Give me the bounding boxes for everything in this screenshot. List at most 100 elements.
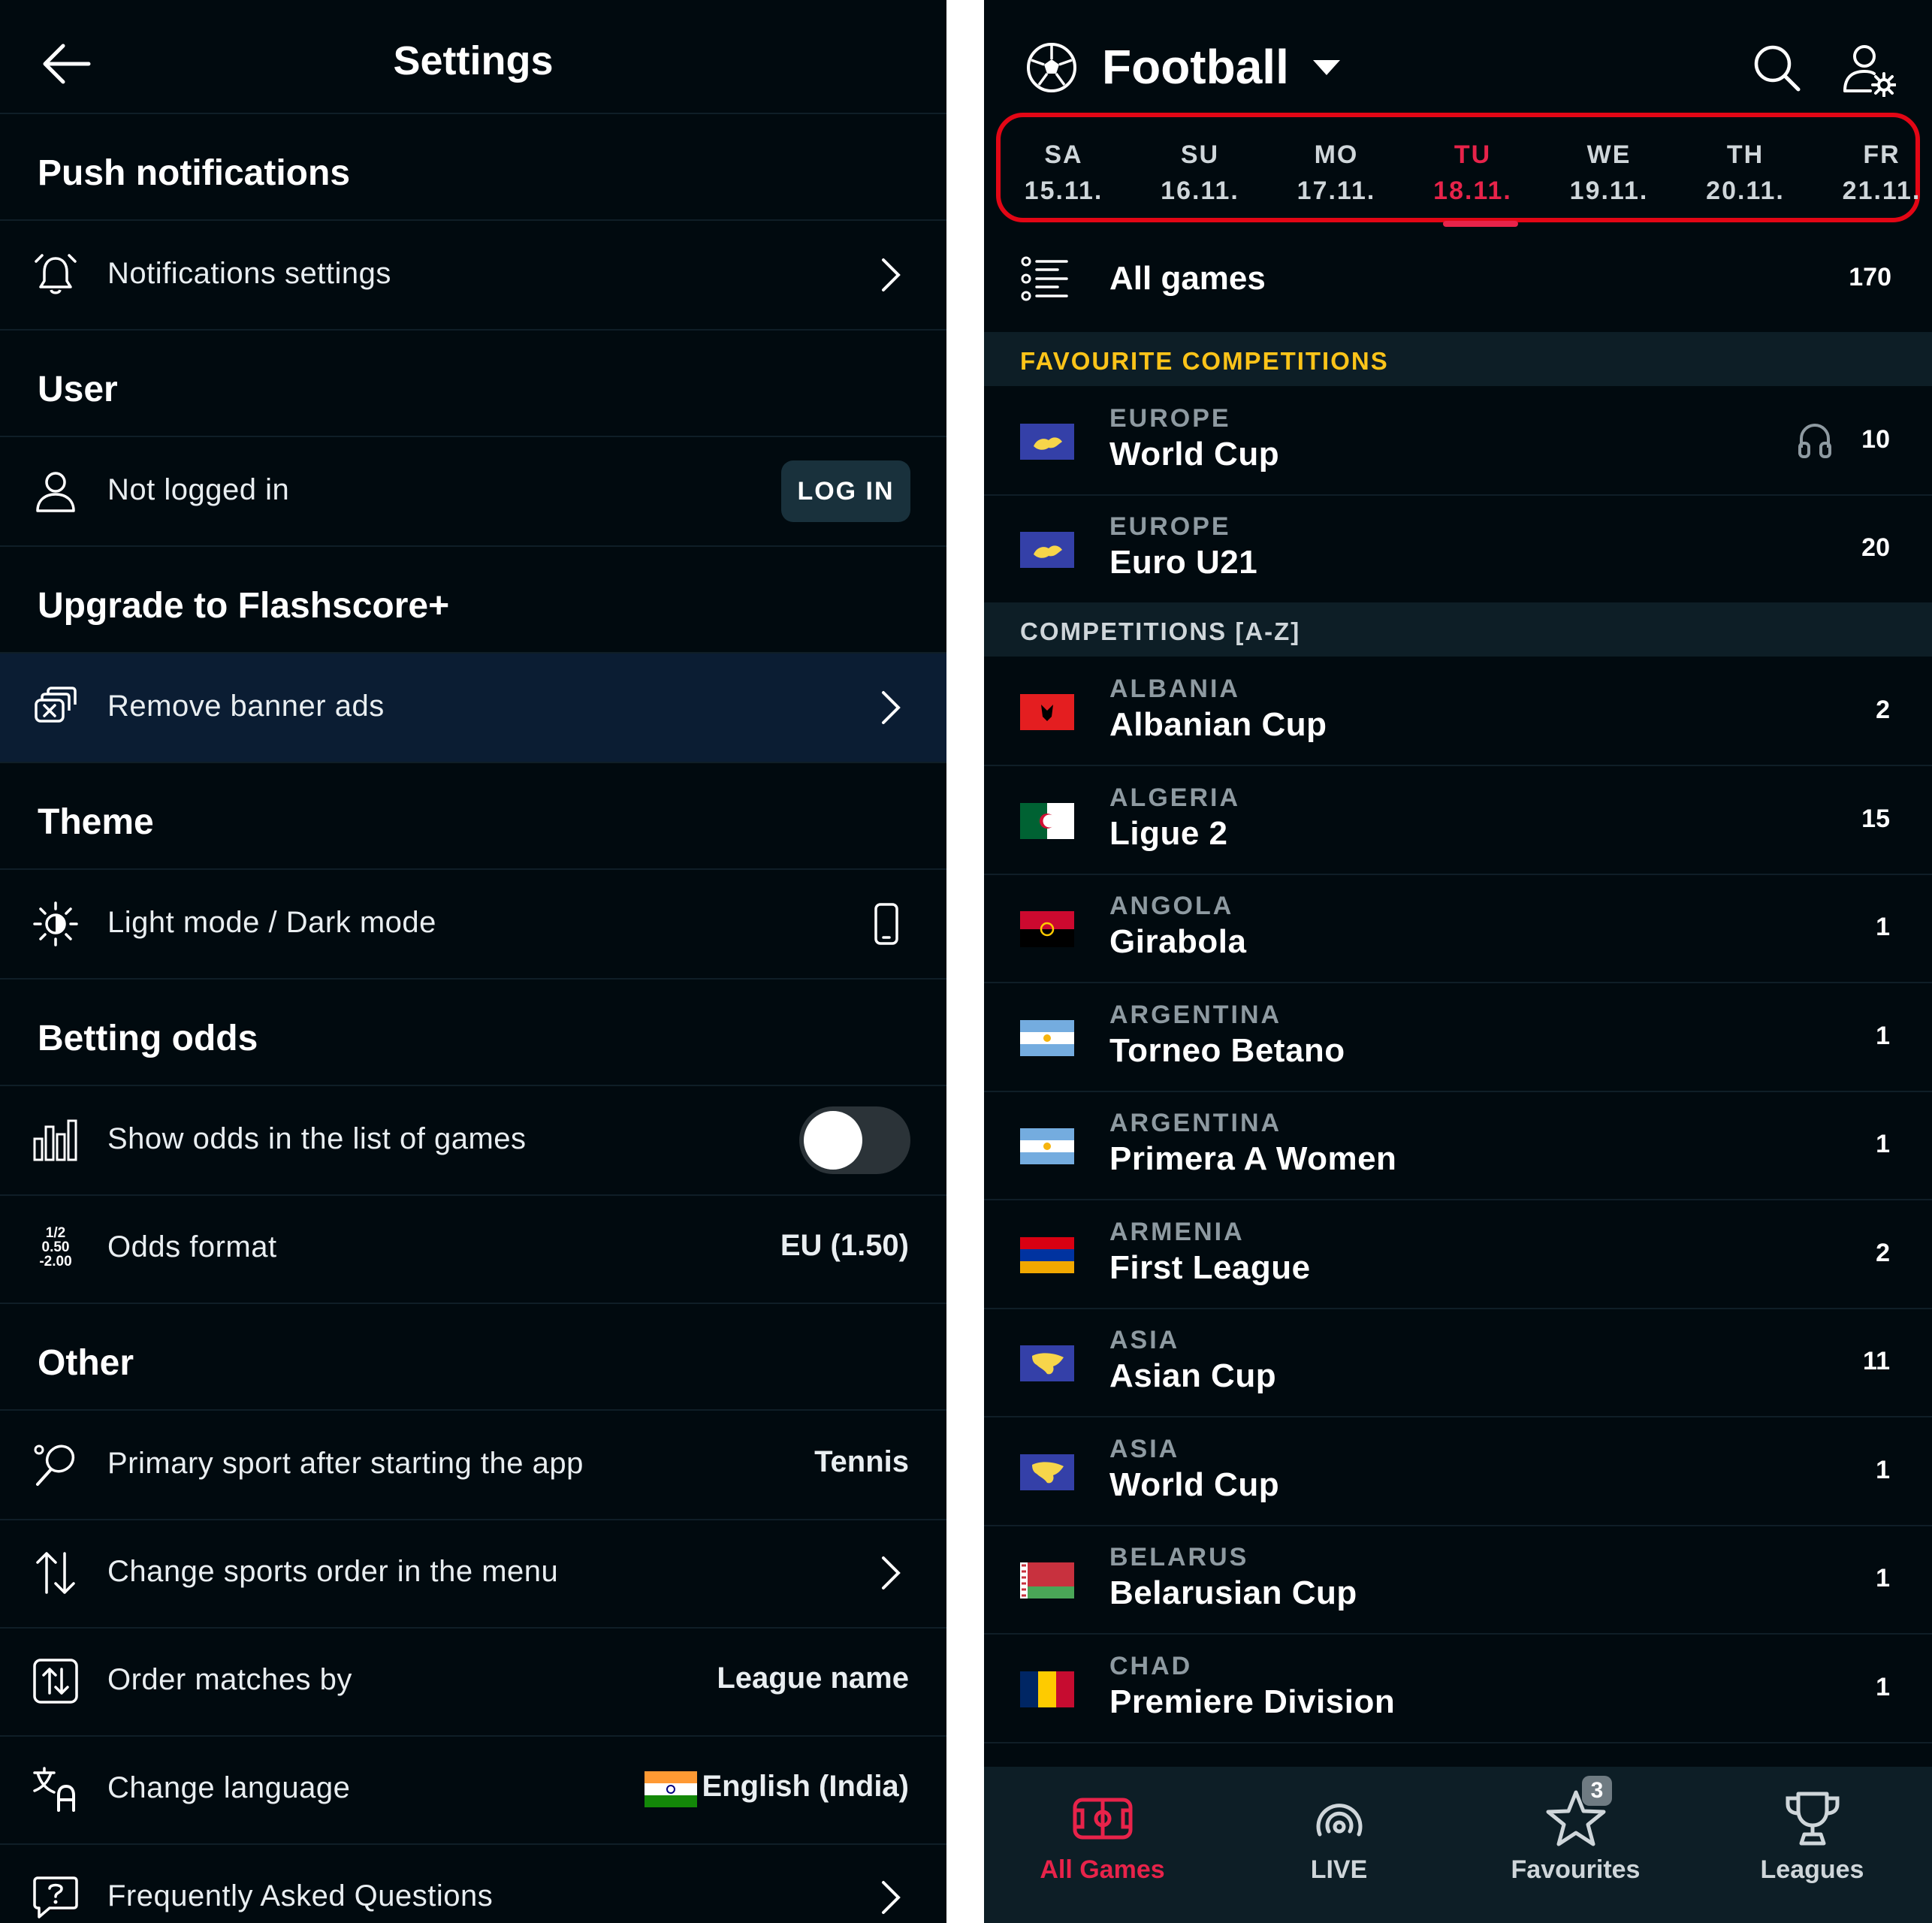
user-settings-icon[interactable] — [1840, 41, 1896, 97]
day-tab-fr[interactable]: FR 21.11. — [1829, 137, 1932, 209]
audio-commentary-icon[interactable] — [1794, 419, 1836, 461]
competition-name: Premiere Division — [1109, 1683, 1396, 1720]
language-value: English (India) — [702, 1770, 909, 1803]
country-flag-icon — [1020, 424, 1074, 460]
competition-row[interactable]: ASIA World Cup 1 — [984, 1417, 1932, 1526]
show-odds-toggle[interactable] — [799, 1106, 910, 1174]
odds-format-value: EU (1.50) — [780, 1229, 909, 1262]
competition-row[interactable]: BELARUS Belarusian Cup 1 — [984, 1525, 1932, 1635]
remove-banner-ads-row[interactable]: Remove banner ads — [0, 654, 946, 763]
sort-arrows-icon — [36, 1552, 75, 1594]
competition-row[interactable]: ANGOLA Girabola 1 — [984, 874, 1932, 983]
primary-sport-label: Primary sport after starting the app — [107, 1447, 584, 1480]
nav-all-games[interactable]: All Games — [984, 1767, 1221, 1923]
country-flag-icon — [1020, 532, 1074, 568]
settings-panel: Settings Push notifications Notification… — [0, 0, 946, 1923]
section-betting-odds: Betting odds — [0, 978, 946, 1086]
settings-header: Settings — [0, 0, 946, 114]
sports-order-row[interactable]: Change sports order in the menu — [0, 1519, 946, 1629]
chevron-right-icon — [882, 1881, 901, 1914]
remove-banner-ads-label: Remove banner ads — [107, 690, 385, 723]
competition-country: ANGOLA — [1109, 892, 1234, 920]
competition-name: Girabola — [1109, 923, 1247, 960]
section-push-notifications: Push notifications — [0, 113, 946, 221]
day-date: 15.11. — [1024, 177, 1103, 205]
day-tab-sa[interactable]: SA 15.11. — [1011, 137, 1116, 209]
country-flag-icon — [1020, 694, 1074, 730]
nav-leagues[interactable]: Leagues — [1694, 1767, 1930, 1923]
user-icon — [36, 472, 75, 512]
day-name: TH — [1726, 140, 1764, 169]
day-date: 17.11. — [1297, 177, 1376, 205]
day-name: WE — [1586, 140, 1632, 169]
competition-name: Torneo Betano — [1109, 1031, 1345, 1069]
competition-name: Belarusian Cup — [1109, 1574, 1357, 1611]
search-icon[interactable] — [1750, 41, 1803, 94]
odds-format-row[interactable]: 1/2 0.50 -2.00 Odds format EU (1.50) — [0, 1194, 946, 1304]
competition-country: ALBANIA — [1109, 675, 1240, 703]
caret-down-icon[interactable] — [1310, 56, 1343, 78]
competition-name: Asian Cup — [1109, 1357, 1277, 1394]
competition-country: BELARUS — [1109, 1543, 1249, 1571]
section-other: Other — [0, 1303, 946, 1411]
alarm-bell-icon — [35, 254, 77, 294]
order-matches-row[interactable]: Order matches by League name — [0, 1627, 946, 1737]
sport-selector[interactable]: Football — [1102, 39, 1289, 95]
section-user: User — [0, 329, 946, 437]
game-count: 2 — [1876, 1238, 1890, 1267]
competition-row[interactable]: ALBANIA Albanian Cup 2 — [984, 657, 1932, 766]
day-date: 18.11. — [1433, 177, 1512, 205]
list-icon — [1021, 256, 1068, 301]
notifications-settings-row[interactable]: Notifications settings — [0, 221, 946, 331]
country-flag-icon — [1020, 1345, 1074, 1381]
competition-row[interactable]: ARGENTINA Torneo Betano 1 — [984, 983, 1932, 1092]
day-tab-su[interactable]: SU 16.11. — [1148, 137, 1253, 209]
game-count: 1 — [1876, 913, 1890, 941]
live-signal-icon — [1316, 1804, 1363, 1837]
day-tab-mo[interactable]: MO 17.11. — [1284, 137, 1389, 209]
user-row: Not logged in LOG IN — [0, 437, 946, 547]
day-tab-tu[interactable]: TU 18.11. — [1420, 137, 1526, 227]
not-logged-in-label: Not logged in — [107, 473, 290, 506]
competition-country: ARGENTINA — [1109, 1000, 1282, 1029]
order-matches-value: League name — [717, 1662, 909, 1695]
country-flag-icon — [1020, 1236, 1074, 1273]
theme-mode-row[interactable]: Light mode / Dark mode — [0, 870, 946, 980]
pitch-icon — [1073, 1798, 1133, 1840]
faq-row[interactable]: Frequently Asked Questions — [0, 1843, 946, 1923]
all-games-row[interactable]: All games 170 — [984, 222, 1932, 334]
game-count: 1 — [1876, 1130, 1890, 1158]
day-tab-we[interactable]: WE 19.11. — [1556, 137, 1662, 209]
competition-row[interactable]: EUROPE World Cup 10 — [984, 386, 1932, 496]
section-theme: Theme — [0, 762, 946, 870]
nav-favourites[interactable]: 3 Favourites — [1457, 1767, 1694, 1923]
competition-row[interactable]: ARGENTINA Primera A Women 1 — [984, 1091, 1932, 1200]
competition-country: ALGERIA — [1109, 783, 1240, 812]
day-name: FR — [1863, 140, 1900, 169]
show-odds-row: Show odds in the list of games — [0, 1086, 946, 1196]
competition-name: World Cup — [1109, 436, 1280, 472]
primary-sport-row[interactable]: Primary sport after starting the app Ten… — [0, 1411, 946, 1520]
competition-name: First League — [1109, 1248, 1311, 1286]
day-date: 20.11. — [1706, 177, 1785, 205]
competition-row[interactable]: CHAD Premiere Division 1 — [984, 1634, 1932, 1743]
competition-row[interactable]: ALGERIA Ligue 2 15 — [984, 765, 1932, 875]
remove-ads-icon — [35, 687, 77, 723]
game-count: 2 — [1876, 696, 1890, 724]
theme-mode-label: Light mode / Dark mode — [107, 906, 436, 939]
competition-country: EUROPE — [1109, 512, 1231, 541]
day-name: TU — [1454, 140, 1492, 169]
competition-row[interactable]: ASIA Asian Cup 11 — [984, 1308, 1932, 1417]
game-count: 15 — [1861, 804, 1890, 833]
day-tab-th[interactable]: TH 20.11. — [1693, 137, 1798, 209]
log-in-button[interactable]: LOG IN — [781, 460, 910, 522]
competition-row[interactable]: EUROPE Euro U21 20 — [984, 494, 1932, 604]
nav-live[interactable]: LIVE — [1221, 1767, 1457, 1923]
sports-order-label: Change sports order in the menu — [107, 1555, 559, 1588]
change-language-row[interactable]: Change language English (India) — [0, 1735, 946, 1845]
country-flag-icon — [1020, 1671, 1074, 1707]
chevron-right-icon — [882, 258, 901, 291]
game-count: 10 — [1861, 425, 1890, 454]
competition-row[interactable]: ARMENIA First League 2 — [984, 1200, 1932, 1309]
competition-country: ASIA — [1109, 1326, 1180, 1354]
